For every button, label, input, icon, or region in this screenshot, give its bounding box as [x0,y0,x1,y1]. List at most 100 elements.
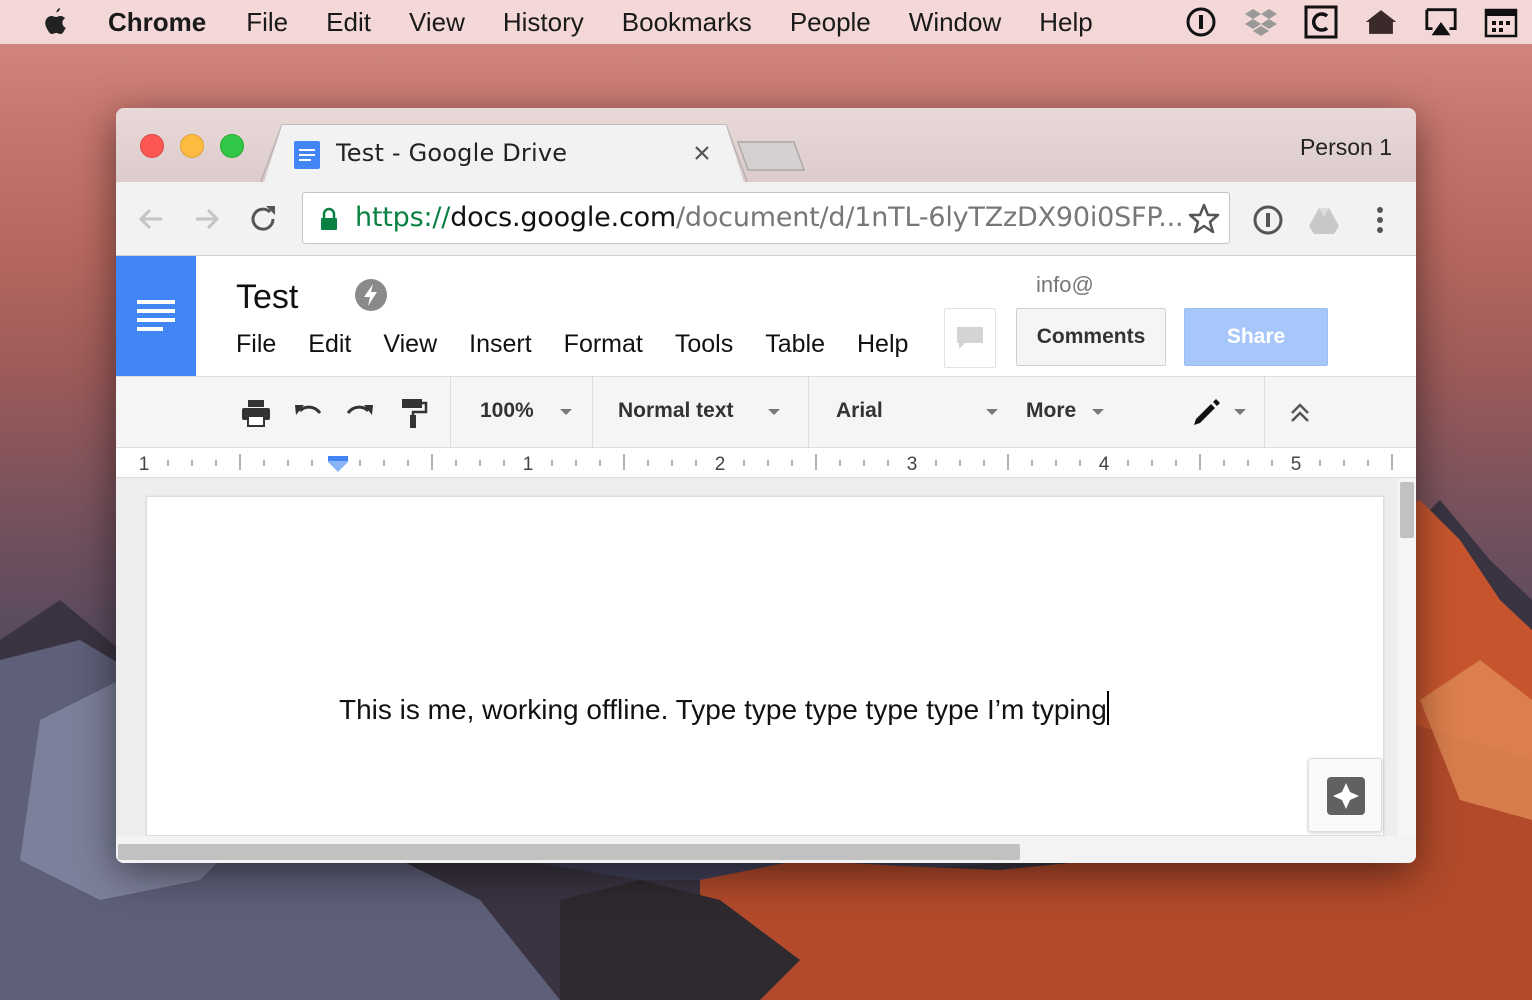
close-window-button[interactable] [140,134,164,158]
zoom-window-button[interactable] [220,134,244,158]
status-area [1184,4,1518,40]
docs-menu-format[interactable]: Format [564,330,643,359]
collapse-chevron-icon[interactable] [1284,397,1316,429]
horizontal-scrollbar[interactable] [116,836,1416,863]
docs-menu-tools[interactable]: Tools [675,330,733,359]
mac-menubar: Chrome File Edit View History Bookmarks … [0,0,1532,44]
text-cursor [1106,691,1109,725]
menu-app-chrome[interactable]: Chrome [108,7,206,38]
toolbar-divider [808,377,809,449]
title-bar: Test - Google Drive Person 1 [116,108,1416,184]
ruler-label-3: 3 [907,454,918,475]
paragraph-style-select[interactable]: Normal text [618,399,734,423]
ruler-label-4: 4 [1099,454,1110,475]
comments-button[interactable]: Comments [1016,308,1166,366]
ruler[interactable]: 1 1 2 3 4 5 [116,448,1416,478]
chrome-window: Test - Google Drive Person 1 https://doc… [116,108,1416,863]
redo-icon[interactable] [344,397,376,429]
toolbar-divider [1264,377,1265,449]
active-tab[interactable]: Test - Google Drive [264,125,744,183]
docs-menu-insert[interactable]: Insert [469,330,532,359]
dropbox-icon[interactable] [1244,5,1278,39]
ruler-label-2: 2 [715,454,726,475]
url-host: docs.google.com [450,202,677,233]
profile-name[interactable]: Person 1 [1300,134,1392,161]
menu-file[interactable]: File [246,7,288,38]
explore-sparkle-icon [1327,777,1365,815]
clipboard-c-icon[interactable] [1304,5,1338,39]
docs-logo-lines-icon [137,300,175,331]
docs-menu-file[interactable]: File [236,330,276,359]
more-button[interactable]: More [1026,399,1076,423]
reload-icon[interactable] [246,202,280,236]
vertical-scroll-thumb[interactable] [1400,482,1414,538]
document-body-text[interactable]: This is me, working offline. Type type t… [339,691,1109,726]
comment-history-button[interactable] [944,308,996,368]
bookmark-star-icon[interactable] [1187,202,1221,236]
print-icon[interactable] [240,397,272,429]
forward-arrow-icon[interactable] [190,202,224,236]
format-toolbar: 100% Normal text Arial More [116,376,1416,449]
menu-bookmarks[interactable]: Bookmarks [622,7,752,38]
menu-people[interactable]: People [790,7,871,38]
pencil-edit-mode-icon[interactable] [1190,397,1222,429]
toolbar-divider [592,377,593,449]
calendar-icon[interactable] [1484,5,1518,39]
menu-history[interactable]: History [503,7,584,38]
docs-menu-help[interactable]: Help [857,330,908,359]
zoom-select[interactable]: 100% [480,399,534,423]
editing-mode-caret-icon[interactable] [1234,409,1246,415]
tab-title: Test - Google Drive [336,139,568,167]
ruler-label-margin: 1 [139,454,150,475]
undo-icon[interactable] [292,397,324,429]
document-page[interactable]: This is me, working offline. Type type t… [146,496,1384,836]
ruler-label-1: 1 [523,454,534,475]
ruler-ticks: 1 1 2 3 4 5 [139,454,1393,475]
font-select[interactable]: Arial [836,399,883,423]
zoom-caret-icon [560,409,572,415]
account-email[interactable]: info@ [1036,272,1094,298]
1password-extension-icon[interactable] [1252,204,1284,236]
docs-home-logo[interactable] [116,256,196,376]
1password-icon[interactable] [1184,5,1218,39]
browser-toolbar: https://docs.google.com/document/d/1nTL-… [116,182,1416,256]
menu-window[interactable]: Window [909,7,1001,38]
apple-icon[interactable] [40,6,70,38]
menu-help[interactable]: Help [1039,7,1092,38]
url-scheme: https:// [355,202,451,233]
more-caret-icon [1092,409,1104,415]
paint-format-icon[interactable] [398,397,430,429]
secure-lock-icon[interactable] [319,207,339,231]
toolbar-divider [450,377,451,449]
ruler-label-5: 5 [1291,454,1302,475]
tab-close-icon[interactable] [688,139,716,167]
address-bar[interactable]: https://docs.google.com/document/d/1nTL-… [302,192,1230,244]
offline-bolt-icon[interactable] [354,278,388,312]
docs-menu-view[interactable]: View [383,330,437,359]
speech-bubble-icon [957,327,983,349]
horizontal-scroll-thumb[interactable] [118,844,1020,860]
explore-button[interactable] [1308,758,1382,832]
docs-menu-edit[interactable]: Edit [308,330,351,359]
document-title[interactable]: Test [236,278,298,317]
back-arrow-icon[interactable] [134,202,168,236]
share-button[interactable]: Share [1184,308,1328,366]
airplay-icon[interactable] [1424,5,1458,39]
menu-edit[interactable]: Edit [326,7,371,38]
docs-menu-table[interactable]: Table [765,330,825,359]
docs-app: Test File Edit View Insert Format Tools … [116,256,1416,863]
url-text[interactable]: https://docs.google.com/document/d/1nTL-… [355,202,1184,233]
body-paragraph: This is me, working offline. Type type t… [339,694,1107,725]
minimize-window-button[interactable] [180,134,204,158]
docs-favicon-icon [294,141,320,169]
google-drive-extension-icon[interactable] [1308,204,1340,236]
new-tab-button[interactable] [736,140,806,172]
style-caret-icon [768,409,780,415]
chrome-menu-icon[interactable] [1364,204,1396,236]
docs-menu-bar: File Edit View Insert Format Tools Table… [236,330,940,359]
url-path: /document/d/1nTL-6lyTZzDX90i0SFP... [676,202,1184,233]
vertical-scrollbar[interactable] [1398,478,1416,863]
home-icon[interactable] [1364,5,1398,39]
document-canvas: This is me, working offline. Type type t… [116,478,1416,863]
menu-view[interactable]: View [409,7,465,38]
